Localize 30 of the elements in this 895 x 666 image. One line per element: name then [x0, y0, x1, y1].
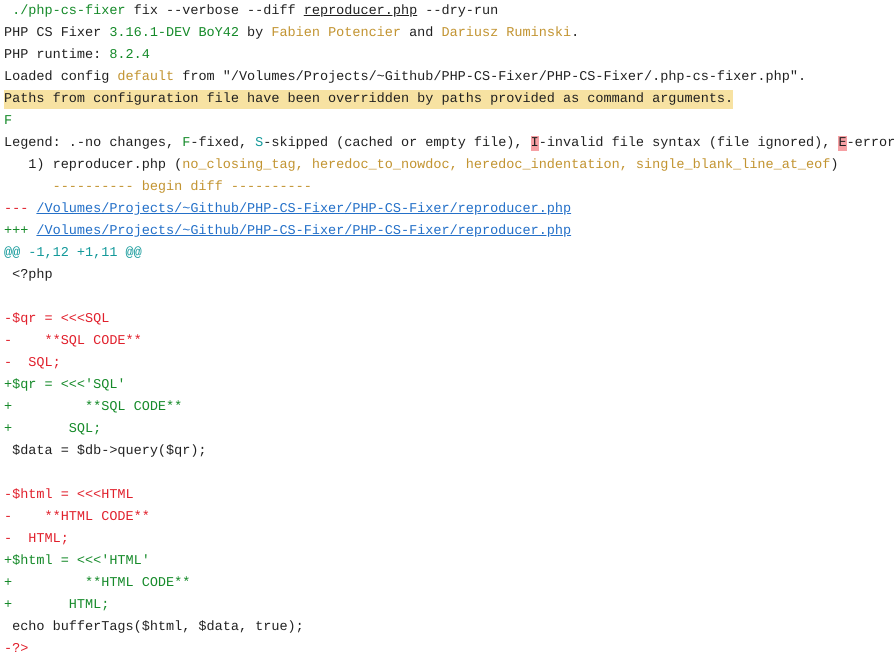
- terminal-line: F: [4, 114, 12, 129]
- terminal-line: +$qr = <<<'SQL': [4, 378, 126, 393]
- terminal-line: -?>: [4, 642, 28, 657]
- file-link[interactable]: reproducer.php: [304, 4, 418, 19]
- file-link[interactable]: /Volumes/Projects/~Github/PHP-CS-Fixer/PHP-CS-Fixer/reproducer.php: [36, 224, 572, 239]
- terminal-line: - HTML;: [4, 532, 69, 547]
- terminal-line: + SQL;: [4, 422, 102, 437]
- terminal-line: ./php-cs-fixer fix --verbose --diff reproducer.php --dry-run: [11, 4, 498, 19]
- terminal-line: @@ -1,12 +1,11 @@: [4, 246, 142, 261]
- terminal-line: - SQL;: [4, 356, 61, 371]
- terminal-line: - **SQL CODE**: [4, 334, 142, 349]
- file-link[interactable]: /Volumes/Projects/~Github/PHP-CS-Fixer/PHP-CS-Fixer/reproducer.php: [36, 202, 572, 217]
- terminal-line: +$html = <<<'HTML': [4, 554, 150, 569]
- terminal-line: $data = $db->query($qr);: [11, 444, 207, 459]
- terminal-line: PHP runtime: 8.2.4: [4, 48, 150, 63]
- terminal-line: Loaded config default from "/Volumes/Projects/~Github/PHP-CS-Fixer/PHP-CS-Fixer/.php-cs-fixer.php".: [4, 70, 806, 85]
- terminal-line: + **SQL CODE**: [4, 400, 182, 415]
- terminal-line: echo bufferTags($html, $data, true);: [11, 620, 304, 635]
- terminal-line: PHP CS Fixer 3.16.1-DEV BoY42 by Fabien Potencier and Dariusz Ruminski.: [4, 26, 580, 41]
- terminal-line: +++ /Volumes/Projects/~Github/PHP-CS-Fixer/PHP-CS-Fixer/reproducer.php: [4, 224, 572, 239]
- terminal-line: <?php: [11, 268, 53, 283]
- terminal-line: -$qr = <<<SQL: [4, 312, 110, 327]
- terminal-line: -$html = <<<HTML: [4, 488, 134, 503]
- terminal-line: --- /Volumes/Projects/~Github/PHP-CS-Fixer/PHP-CS-Fixer/reproducer.php: [4, 202, 572, 217]
- terminal-line: - **HTML CODE**: [4, 510, 150, 525]
- terminal-line: + HTML;: [4, 598, 110, 613]
- terminal-line: 1) reproducer.php (no_closing_tag, heredoc_to_nowdoc, heredoc_indentation, single_blank_line_at_eof): [27, 158, 838, 173]
- terminal-line: + **HTML CODE**: [4, 576, 190, 591]
- terminal-line: Legend: .-no changes, F-fixed, S-skipped (cached or empty file), I-invalid file syntax (file ignored), E-error: [4, 136, 895, 151]
- terminal-line: ---------- begin diff ----------: [52, 180, 312, 195]
